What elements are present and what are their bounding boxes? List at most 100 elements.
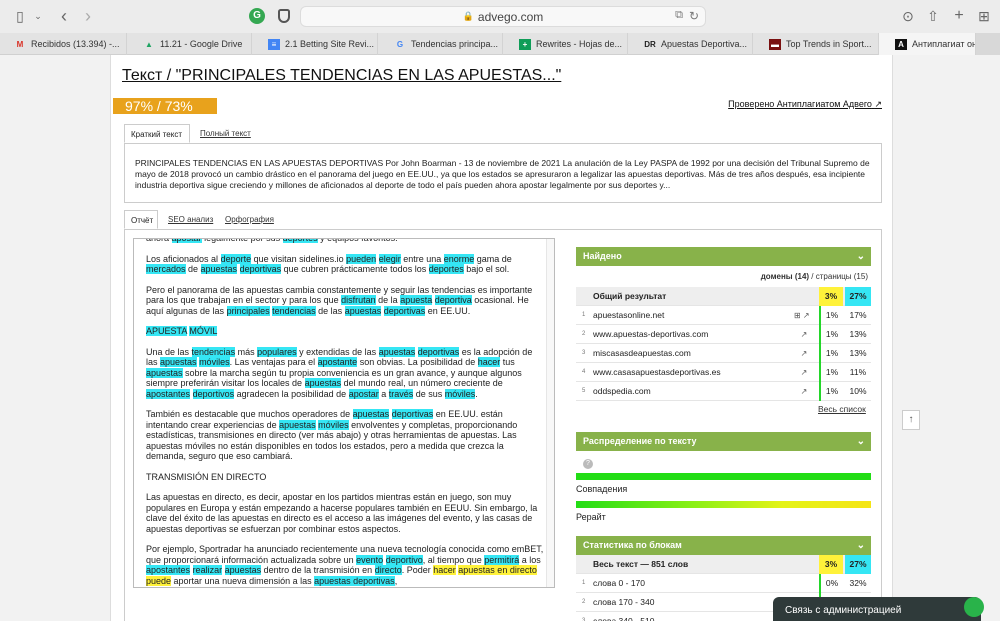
text-segment: agradecen la posibilidad de [234, 388, 349, 399]
open-external-icon[interactable]: ↗ [794, 325, 808, 344]
highlighted-word: mercados [146, 264, 186, 274]
page-title: Текст / "PRINCIPALES TENDENCIAS EN LAS A… [122, 67, 562, 84]
text-segment: y extendidas de las [296, 346, 379, 357]
open-external-icon[interactable]: ↗ [794, 382, 808, 401]
dr-site-icon: DR [644, 39, 656, 49]
text-segment: Una de las [146, 346, 192, 357]
highlighted-word: apuestas [344, 305, 382, 316]
text-segment: más [235, 346, 258, 357]
text-segment: TRANSMISIÓN EN DIRECTO [146, 471, 267, 482]
highlighted-word: deportivos [192, 388, 235, 399]
found-source-row[interactable]: 4 www.casasapuestasdeportivas.es ↗ 1% 11% [576, 363, 871, 382]
tab-advego[interactable]: AАнтиплагиат онла... [879, 33, 976, 55]
row-number: 3 [582, 618, 586, 621]
highlighted-word: tendencias [191, 346, 236, 357]
back-icon[interactable]: ‹ [56, 7, 72, 25]
tab-top-trends[interactable]: ▬ Top Trends in Sport... [753, 33, 879, 55]
report-text: ahora apostar legalmente por sus deporte… [134, 239, 544, 587]
found-source-row[interactable]: 2 www.apuestas-deportivas.com ↗ 1% 13% [576, 325, 871, 344]
row-number: 5 [582, 388, 586, 394]
google-drive-icon: ▲ [145, 39, 153, 49]
tab-overview-icon[interactable]: ⊞ [976, 8, 992, 24]
highlighted-word: móviles [318, 419, 349, 430]
sidebar-toggle-icon[interactable]: ▯ [12, 8, 28, 24]
help-icon[interactable]: ? [583, 459, 593, 469]
text-segment: dentro de la transmisión en [261, 565, 375, 575]
new-tab-icon[interactable]: + [951, 8, 967, 24]
share-icon[interactable]: ⇧ [925, 8, 941, 24]
trends-site-icon: ▬ [769, 38, 781, 50]
scroll-to-top-button[interactable]: ↑ [902, 410, 920, 430]
checked-by-advego-link[interactable]: Проверено Антиплагиатом Адвего ↗ [728, 99, 882, 110]
open-external-icon[interactable]: ⊞ ↗ [794, 306, 810, 325]
tab-report[interactable]: Отчёт [124, 210, 158, 229]
privacy-shield-icon[interactable] [278, 9, 290, 23]
chevron-down-icon: ⌄ [856, 436, 865, 447]
text-segment: de sus [413, 388, 445, 399]
text-segment: , al tiempo que [422, 554, 485, 565]
report-text-panel[interactable]: ahora apostar legalmente por sus deporte… [133, 238, 555, 588]
tab-google-drive[interactable]: ▲ 11.21 - Google Drive [127, 33, 252, 55]
tab-apuestas[interactable]: DR Apuestas Deportiva... [628, 33, 753, 55]
tab-strip-end [976, 33, 1000, 55]
rewrite-label: Рерайт [576, 512, 606, 522]
admin-chat-widget[interactable]: Связь с администрацией [773, 597, 981, 621]
highlighted-word: evento [356, 554, 384, 565]
tab-bar: M Recibidos (13.394) -... ▲ 11.21 - Google… [0, 33, 1000, 55]
match-percent: 1% [819, 325, 843, 344]
found-source-row[interactable]: 1 apuestasonline.net ⊞ ↗ 1% 17% [576, 306, 871, 325]
row-number: 2 [582, 331, 586, 337]
chevron-down-icon[interactable]: ⌄ [30, 8, 46, 24]
found-source-row[interactable]: 5 oddspedia.com ↗ 1% 10% [576, 382, 871, 401]
text-segment: tus [500, 357, 515, 367]
highlighted-word: permitirá [484, 554, 520, 565]
report-scrollbar[interactable] [546, 239, 554, 587]
tab-short-text[interactable]: Краткий текст [124, 124, 190, 143]
all-list-link[interactable]: Весь список [818, 404, 866, 414]
blocks-stats-header[interactable]: Статистика по блокам ⌄ [576, 536, 871, 555]
report-paragraph: Los aficionados al deporte que visitan s… [146, 253, 544, 275]
browser-toolbar: ▯ ⌄ ‹ › G 🔒 advego.com ⧉ ↻ ⊙ ⇧ + ⊞ [0, 0, 1000, 33]
open-external-icon[interactable]: ↗ [794, 344, 808, 363]
text-segment: en EE.UU. [425, 305, 471, 316]
highlighted-word: enorme [443, 253, 475, 264]
tab-google-docs[interactable]: ≡ 2.1 Betting Site Revi... [252, 33, 378, 55]
block-range: слова 340 - 510 [593, 616, 655, 621]
rewrite-percent: 11% [849, 367, 867, 377]
match-percent: 0% [819, 574, 843, 593]
match-percent: 1% [819, 344, 843, 363]
tab-full-text[interactable]: Полный текст [194, 124, 257, 143]
tab-gmail[interactable]: M Recibidos (13.394) -... [0, 33, 127, 55]
tab-spelling[interactable]: Орфография [219, 210, 280, 229]
domains-pages-count: домены (14) / страницы (15) [760, 272, 868, 281]
external-link-icon: ↗ [874, 99, 882, 109]
forward-icon[interactable]: › [80, 7, 96, 25]
highlighted-word: principales [226, 305, 270, 316]
highlighted-word: apuestas [160, 357, 197, 367]
highlighted-word: disfrutan [341, 295, 376, 305]
rewrite-percent: 17% [849, 310, 867, 320]
row-number: 4 [582, 369, 586, 375]
tab-google-search[interactable]: G Tendencias principa... [378, 33, 503, 55]
address-bar[interactable]: 🔒 advego.com ⧉ ↻ [300, 6, 706, 27]
block-range: слова 0 - 170 [593, 578, 646, 588]
text-segment: de las [315, 305, 345, 316]
open-external-icon[interactable]: ↗ [794, 363, 808, 382]
google-docs-icon: ≡ [268, 38, 280, 50]
distribution-header[interactable]: Распределение по тексту ⌄ [576, 432, 871, 451]
download-icon[interactable]: ⊙ [900, 8, 916, 24]
text-segment: entre una [400, 253, 444, 264]
tab-seo-analysis[interactable]: SEO анализ [162, 210, 219, 229]
report-paragraph: Las apuestas en directo, es decir, apost… [146, 492, 544, 534]
highlighted-word: pueden [346, 253, 377, 264]
highlighted-word: apuestas deportivas [314, 575, 395, 586]
page-content: Текст / "PRINCIPALES TENDENCIAS EN LAS A… [110, 55, 893, 621]
highlighted-word: apuestas [279, 419, 316, 430]
reload-icon[interactable]: ↻ [689, 9, 699, 23]
tab-google-sheets[interactable]: + Rewrites - Hojas de... [503, 33, 628, 55]
grammarly-extension-icon[interactable]: G [249, 8, 265, 24]
highlighted-word: apostantes [146, 388, 191, 399]
found-header[interactable]: Найдено ⌄ [576, 247, 871, 266]
found-source-row[interactable]: 3 miscasasdeapuestas.com ↗ 1% 13% [576, 344, 871, 363]
translate-icon[interactable]: ⧉ [675, 9, 683, 22]
